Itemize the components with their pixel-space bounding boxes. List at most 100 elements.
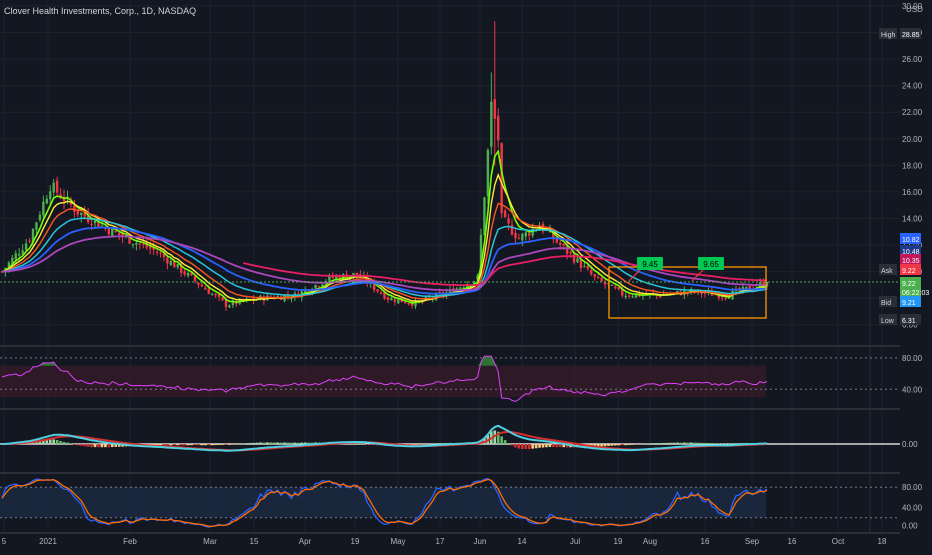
candle-body [403, 301, 407, 304]
candle-body [610, 284, 614, 286]
macd-bar [365, 444, 369, 445]
macd-bar [514, 444, 517, 448]
macd-bar [166, 444, 169, 446]
candle-body [38, 214, 42, 221]
macd-bar [107, 444, 111, 448]
macd-bar [93, 444, 97, 448]
macd-bar [707, 442, 710, 444]
price-tick-label: 14.00 [902, 214, 923, 223]
macd-bar [641, 443, 645, 445]
candle-body [200, 284, 204, 287]
macd-bar [231, 444, 235, 445]
candle-body [745, 286, 748, 289]
chart-svg[interactable]: 30.0028.0026.0024.0022.0020.0018.0016.00… [0, 0, 932, 550]
macd-bar [293, 442, 297, 444]
candle-body [528, 233, 531, 236]
candle-body [514, 232, 517, 239]
macd-bar [555, 444, 559, 448]
candle-body [80, 212, 83, 215]
time-tick-label: Jul [570, 537, 580, 546]
macd-bar [645, 443, 648, 445]
macd-bar [235, 444, 238, 445]
macd-bar [617, 444, 621, 446]
macd-bar [255, 442, 259, 444]
macd-bar [183, 444, 186, 446]
time-tick-label: Aug [643, 537, 657, 546]
candle-body [407, 303, 410, 305]
macd-bar [631, 444, 634, 445]
macd-bar [186, 444, 190, 446]
candle-body [142, 243, 145, 245]
macd-bar [627, 444, 631, 445]
candle-body [586, 266, 590, 269]
candle-body [386, 297, 390, 300]
macd-bar [679, 442, 683, 444]
macd-bar [172, 444, 176, 446]
macd-bar [703, 442, 707, 444]
candle-body [576, 258, 579, 263]
macd-bar [359, 443, 362, 445]
macd-bar [676, 442, 679, 444]
chart-area[interactable]: Clover Health Investments, Corp., 1D, NA… [0, 0, 932, 550]
badge-tag-label: High [881, 32, 896, 39]
candle-body [600, 277, 603, 282]
candle-body [111, 228, 114, 237]
currency-label: USD [906, 5, 923, 14]
macd-bar [248, 442, 252, 444]
macd-bar [279, 442, 283, 444]
time-tick-label: Apr [299, 537, 312, 546]
candle-body [631, 296, 634, 298]
candle-body [524, 232, 527, 237]
macd-bar [272, 442, 276, 444]
macd-bar [624, 444, 628, 446]
candle-body [148, 246, 152, 249]
candle-body [521, 233, 524, 241]
macd-bar [600, 444, 603, 447]
time-tick-label: 19 [351, 537, 360, 546]
macd-bar [727, 443, 731, 445]
macd-bar [610, 444, 614, 446]
macd-bar [638, 444, 641, 445]
macd-bar [245, 443, 248, 444]
time-tick-label: Oct [832, 537, 845, 546]
candle-body [49, 191, 52, 200]
macd-bar [700, 442, 703, 444]
candle-body [107, 228, 111, 235]
macd-bar [83, 444, 87, 447]
price-badge-value: 9.21 [902, 300, 916, 307]
macd-bar [731, 443, 734, 445]
macd-bar [614, 444, 617, 446]
candle-body [393, 299, 397, 302]
macd-bar [193, 444, 197, 446]
macd-bar [717, 443, 721, 445]
candle-body [590, 269, 593, 275]
candle-body [221, 297, 224, 301]
candle-body [45, 198, 48, 204]
candle-body [596, 277, 600, 279]
annotation-label: 9.45 [642, 260, 658, 269]
candle-body [727, 297, 731, 299]
ma-89-line [242, 255, 767, 286]
price-badge-value: 10.35 [902, 258, 920, 265]
candle-body [317, 286, 321, 288]
rsi-band [0, 365, 766, 398]
macd-bar [204, 444, 207, 446]
candle-body [207, 288, 210, 295]
macd-bar [620, 444, 624, 446]
stoch-tick-label: 80.00 [902, 483, 923, 492]
candle-body [390, 297, 393, 301]
candle-body [397, 299, 400, 304]
price-tick-label: 26.00 [902, 55, 923, 64]
macd-bar [503, 440, 507, 444]
macd-bar [655, 443, 659, 444]
macd-bar [283, 442, 286, 444]
macd-bar [300, 442, 304, 444]
price-badge-value: 9.22 [902, 268, 916, 275]
macd-bar [538, 444, 541, 448]
candle-body [42, 201, 45, 216]
price-tick-label: 16.00 [902, 188, 923, 197]
macd-bar [672, 442, 676, 444]
macd-bar [266, 442, 269, 444]
time-tick-label: Mar [203, 537, 217, 546]
macd-bar [217, 444, 221, 445]
